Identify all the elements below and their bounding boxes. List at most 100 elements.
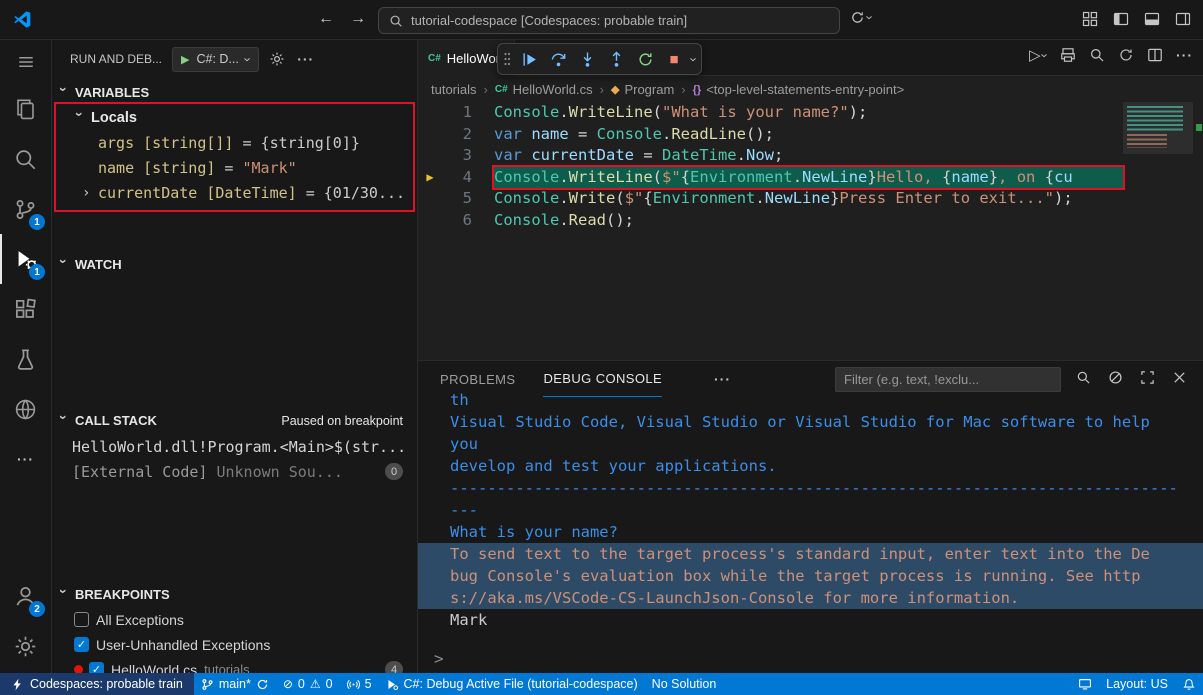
call-stack-frame[interactable]: HelloWorld.dll!Program.<Main>$(str... xyxy=(52,434,417,459)
close-panel-icon[interactable] xyxy=(1172,370,1187,385)
variable-row[interactable]: name [string] = "Mark" xyxy=(52,155,417,180)
minimap[interactable] xyxy=(1123,102,1193,242)
breakpoint-checkbox[interactable]: ✓ xyxy=(74,637,89,652)
views-more-actions-icon[interactable]: ··· xyxy=(297,51,314,67)
variables-section-header[interactable]: › VARIABLES xyxy=(52,80,417,105)
panel-more-tabs-icon[interactable]: ··· xyxy=(714,371,731,387)
split-editor-icon[interactable] xyxy=(1147,47,1163,63)
code-line[interactable]: 2var name = Console.ReadLine(); xyxy=(418,124,1203,146)
watch-section-label: WATCH xyxy=(75,257,122,272)
remote-indicator[interactable]: Codespaces: probable train xyxy=(0,673,194,695)
equals-sign: = xyxy=(215,159,242,177)
menu-button[interactable] xyxy=(0,40,51,84)
step-into-button[interactable] xyxy=(574,46,600,72)
breakpoint-row[interactable]: All Exceptions xyxy=(52,607,417,632)
refresh-icon[interactable] xyxy=(1118,47,1134,63)
customize-layout-icon[interactable] xyxy=(1082,11,1098,27)
call-stack-frame[interactable]: [External Code]Unknown Sou...0 xyxy=(52,459,417,484)
stop-button[interactable]: ■ xyxy=(661,46,687,72)
toolbar-drag-grip[interactable] xyxy=(503,51,511,67)
debug-status-item[interactable]: C#: Debug Active File (tutorial-codespac… xyxy=(379,673,645,695)
settings-button[interactable] xyxy=(0,621,51,671)
sidebar-item-extensions[interactable] xyxy=(0,284,51,334)
breadcrumb-separator-icon: › xyxy=(681,82,685,97)
panel-search-icon[interactable] xyxy=(1076,370,1091,385)
code-text: Console.WriteLine("What is your name?"); xyxy=(494,102,867,124)
breakpoint-checkbox[interactable] xyxy=(74,612,89,627)
debug-console-output[interactable]: thVisual Studio Code, Visual Studio or V… xyxy=(418,389,1203,633)
ports-count: 5 xyxy=(365,677,372,691)
search-editor-icon[interactable] xyxy=(1089,47,1105,63)
problems-status-item[interactable]: ⊘ 0 ⚠ 0 xyxy=(276,673,340,695)
sidebar-item-explorer[interactable] xyxy=(0,84,51,134)
restart-button[interactable] xyxy=(632,46,658,72)
breadcrumb-item[interactable]: ◆Program xyxy=(611,82,674,97)
expand-chevron-icon[interactable]: › xyxy=(82,185,98,201)
breakpoint-row[interactable]: ✓ HelloWorld.cs tutorials 4 xyxy=(52,657,417,673)
variable-value: {string[0]} xyxy=(261,134,360,152)
toggle-primary-sidebar-icon[interactable] xyxy=(1113,11,1129,27)
breadcrumb-item[interactable]: C#HelloWorld.cs xyxy=(495,82,593,97)
accounts-button[interactable]: 2 xyxy=(0,571,51,621)
debug-settings-gear-icon[interactable] xyxy=(269,51,285,67)
call-stack-section-header[interactable]: › CALL STACK Paused on breakpoint xyxy=(52,408,417,433)
continue-button[interactable] xyxy=(516,46,542,72)
keyboard-layout-item[interactable]: Layout: US xyxy=(1099,673,1175,695)
breakpoints-list: All Exceptions✓User-Unhandled Exceptions… xyxy=(52,607,417,673)
navigate-back-icon[interactable]: ← xyxy=(318,10,334,28)
console-line: s://aka.ms/VSCode-CS-LaunchJson-Console … xyxy=(418,587,1203,609)
breadcrumb-separator-icon: › xyxy=(484,82,488,97)
breakpoint-label: HelloWorld.cs xyxy=(111,662,197,674)
console-line: you xyxy=(418,433,1203,455)
extensions-icon xyxy=(14,298,37,321)
code-line[interactable]: 5Console.Write($"{Environment.NewLine}Pr… xyxy=(418,188,1203,210)
sidebar-item-remote-explorer[interactable] xyxy=(0,384,51,434)
toggle-secondary-sidebar-icon[interactable] xyxy=(1175,11,1191,27)
sidebar-item-run-and-debug[interactable]: 1 xyxy=(0,234,51,284)
launch-configuration-dropdown[interactable]: ▶ C#: D... › xyxy=(172,47,259,72)
code-line[interactable]: 1Console.WriteLine("What is your name?")… xyxy=(418,102,1203,124)
debug-toolbar-dropdown-icon[interactable]: › xyxy=(688,57,701,61)
breadcrumb-item[interactable]: {}<top-level-statements-entry-point> xyxy=(693,82,905,97)
code-line[interactable]: ▶4Console.WriteLine($"{Environment.NewLi… xyxy=(418,167,1203,189)
breakpoint-checkbox[interactable]: ✓ xyxy=(89,662,104,673)
variables-section-label: VARIABLES xyxy=(75,85,149,100)
step-out-button[interactable] xyxy=(603,46,629,72)
breakpoint-path: tutorials xyxy=(204,662,250,673)
search-icon xyxy=(389,14,403,28)
additional-views-button[interactable]: ··· xyxy=(0,434,51,484)
remote-label: Codespaces: probable train xyxy=(30,677,183,691)
branch-status-item[interactable]: main* xyxy=(194,673,276,695)
locals-scope-row[interactable]: › Locals xyxy=(52,105,417,130)
console-input-row[interactable]: > xyxy=(434,649,444,668)
run-or-debug-button[interactable]: ▷ › xyxy=(1029,48,1047,63)
breakpoint-row[interactable]: ✓User-Unhandled Exceptions xyxy=(52,632,417,657)
sidebar-item-search[interactable] xyxy=(0,134,51,184)
breakpoints-section-header[interactable]: › BREAKPOINTS xyxy=(52,582,417,607)
solution-status-item[interactable]: No Solution xyxy=(645,673,724,695)
breadcrumb-item[interactable]: tutorials xyxy=(431,82,477,97)
toggle-panel-icon[interactable] xyxy=(1144,11,1160,27)
maximize-panel-icon[interactable] xyxy=(1140,370,1155,385)
screen-reader-item[interactable] xyxy=(1071,673,1099,695)
remote-sync-button[interactable]: › xyxy=(850,10,872,25)
code-line[interactable]: 6Console.Read(); xyxy=(418,210,1203,232)
variable-row[interactable]: ›currentDate [DateTime] = {01/30... xyxy=(52,180,417,205)
variable-row[interactable]: args [string[]] = {string[0]} xyxy=(52,130,417,155)
code-line[interactable]: 3var currentDate = DateTime.Now; xyxy=(418,145,1203,167)
notifications-bell[interactable] xyxy=(1175,673,1203,695)
sidebar-item-source-control[interactable]: 1 xyxy=(0,184,51,234)
sidebar-item-testing[interactable] xyxy=(0,334,51,384)
clear-console-icon[interactable] xyxy=(1108,370,1123,385)
start-debugging-icon[interactable]: ▶ xyxy=(181,53,189,66)
code-text: Console.Read(); xyxy=(494,210,634,232)
editor-more-actions-icon[interactable]: ··· xyxy=(1176,47,1193,63)
watch-section-header[interactable]: › WATCH xyxy=(52,252,417,277)
print-icon[interactable] xyxy=(1060,47,1076,63)
navigate-forward-icon[interactable]: → xyxy=(350,10,366,28)
code-editor[interactable]: 1Console.WriteLine("What is your name?")… xyxy=(418,102,1203,360)
ports-status-item[interactable]: 5 xyxy=(340,673,379,695)
breakpoint-count-badge: 4 xyxy=(385,661,403,673)
step-over-button[interactable] xyxy=(545,46,571,72)
command-center-search[interactable]: tutorial-codespace [Codespaces: probable… xyxy=(378,7,840,34)
